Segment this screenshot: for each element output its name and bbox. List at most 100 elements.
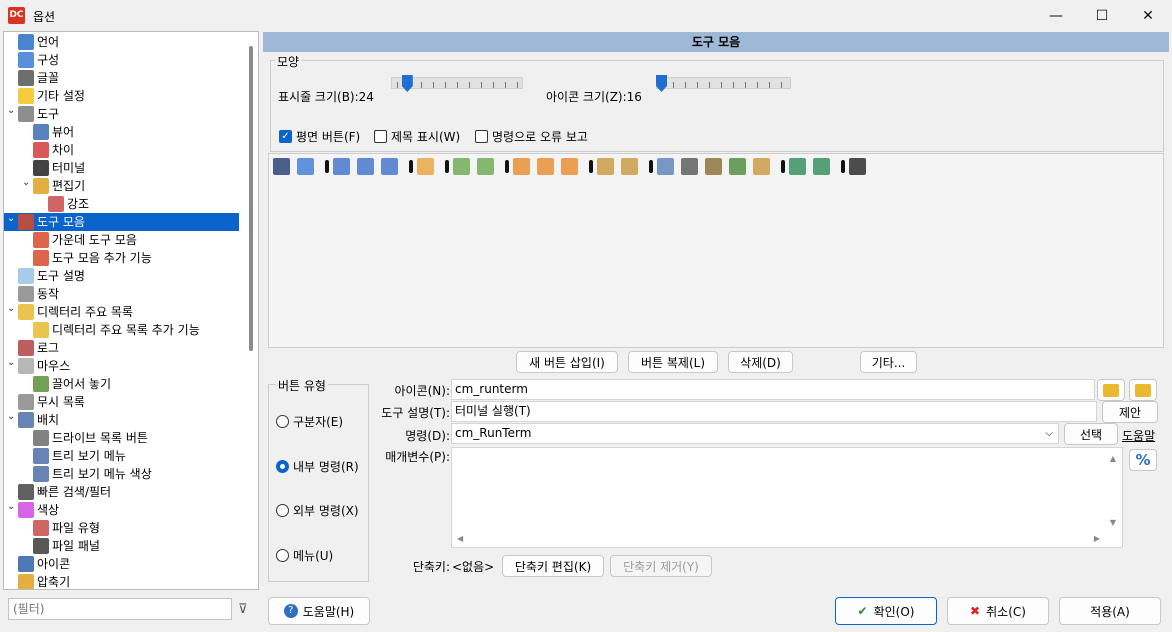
tree-item[interactable]: 도구 설명 bbox=[18, 267, 258, 285]
toolbar-button-icon[interactable] bbox=[849, 158, 866, 175]
remove-hotkey-button[interactable]: 단축키 제거(Y) bbox=[610, 555, 712, 577]
toolbar-button-icon[interactable] bbox=[753, 158, 770, 175]
show-captions-checkbox[interactable]: 제목 표시(W) bbox=[374, 128, 460, 145]
options-tree[interactable]: 언어 구성 글꼴 기타 설정 도구 ⌄ 뷰어 차이 터미널 편집기 ⌄ 강조 도구 모음 ⌄ 가운데 도구 … bbox=[3, 31, 259, 590]
tree-item[interactable]: 끌어서 놓기 bbox=[33, 375, 258, 393]
toolbar-preview[interactable] bbox=[268, 153, 1164, 348]
filter-clear-icon[interactable]: ⊽ bbox=[238, 602, 248, 617]
report-errors-checkbox[interactable]: 명령으로 오류 보고 bbox=[475, 128, 588, 145]
tree-item[interactable]: 도구 bbox=[18, 105, 258, 123]
delete-button[interactable]: 삭제(D) bbox=[728, 351, 793, 373]
toolbar-button-icon[interactable] bbox=[705, 158, 722, 175]
toolbar-button-icon[interactable] bbox=[333, 158, 350, 175]
toolbar-button-icon[interactable] bbox=[477, 158, 494, 175]
insert-button[interactable]: 새 버튼 삽입(I) bbox=[516, 351, 618, 373]
suggest-button[interactable]: 제안 bbox=[1102, 401, 1158, 423]
toolbar-button-icon[interactable] bbox=[729, 158, 746, 175]
scroll-up-icon[interactable]: ▲ bbox=[1110, 454, 1116, 463]
toolbar-button-icon[interactable] bbox=[537, 158, 554, 175]
clone-button[interactable]: 버튼 복제(L) bbox=[628, 351, 718, 373]
toolbar-button-icon[interactable] bbox=[453, 158, 470, 175]
tree-item[interactable]: 파일 유형 bbox=[33, 519, 258, 537]
edit-hotkey-button[interactable]: 단축키 편집(K) bbox=[502, 555, 604, 577]
toolbar-button-icon[interactable] bbox=[297, 158, 314, 175]
toolbar-button-icon[interactable] bbox=[657, 158, 674, 175]
tree-item[interactable]: 빠른 검색/필터 bbox=[18, 483, 258, 501]
tree-item[interactable]: 마우스 bbox=[18, 357, 258, 375]
tree-item[interactable]: 기타 설정 bbox=[18, 87, 258, 105]
tree-item[interactable]: 디렉터리 주요 목록 추가 기능 bbox=[33, 321, 258, 339]
tree-item[interactable]: 아이콘 bbox=[18, 555, 258, 573]
tree-item[interactable]: 무시 목록 bbox=[18, 393, 258, 411]
tree-item[interactable]: 압축기 bbox=[18, 573, 258, 589]
close-button[interactable]: ✕ bbox=[1125, 0, 1171, 31]
toolbar-button-icon[interactable] bbox=[681, 158, 698, 175]
ok-button[interactable]: ✔ 확인(O) bbox=[835, 597, 937, 625]
percent-button[interactable]: % bbox=[1129, 449, 1157, 471]
scroll-left-icon[interactable]: ◀ bbox=[457, 534, 463, 543]
tree-item-label: 끌어서 놓기 bbox=[52, 377, 112, 391]
chevron-down-icon[interactable]: ⌄ bbox=[7, 210, 15, 228]
chevron-down-icon[interactable]: ⌄ bbox=[7, 498, 15, 516]
help-button[interactable]: ? 도움말(H) bbox=[268, 597, 370, 625]
tree-item[interactable]: 동작 bbox=[18, 285, 258, 303]
tree-item[interactable]: 구성 bbox=[18, 51, 258, 69]
filter-input[interactable] bbox=[8, 598, 232, 620]
menu-radio[interactable]: 메뉴(U) bbox=[276, 547, 333, 564]
icon-field[interactable]: cm_runterm bbox=[451, 379, 1095, 400]
toolbar-button-icon[interactable] bbox=[513, 158, 530, 175]
tree-item[interactable]: 뷰어 bbox=[33, 123, 258, 141]
minimize-button[interactable]: — bbox=[1033, 0, 1079, 31]
tree-item[interactable]: 트리 보기 메뉴 색상 bbox=[33, 465, 258, 483]
select-button[interactable]: 선택 bbox=[1064, 423, 1118, 445]
browse-icon-button[interactable] bbox=[1097, 379, 1125, 401]
toolbar-button-icon[interactable] bbox=[561, 158, 578, 175]
chevron-down-icon[interactable]: ⌄ bbox=[7, 300, 15, 318]
tree-item[interactable]: 차이 bbox=[33, 141, 258, 159]
chevron-down-icon[interactable]: ⌄ bbox=[7, 102, 15, 120]
tree-item[interactable]: 글꼴 bbox=[18, 69, 258, 87]
internal-command-radio[interactable]: 내부 명령(R) bbox=[276, 458, 359, 475]
tree-item[interactable]: 배치 bbox=[18, 411, 258, 429]
hint-field[interactable]: 터미널 실행(T) bbox=[451, 401, 1097, 422]
separator-radio[interactable]: 구분자(E) bbox=[276, 413, 343, 430]
help-link[interactable]: 도움말 bbox=[1122, 427, 1155, 444]
chevron-down-icon[interactable]: ⌄ bbox=[22, 174, 30, 192]
tree-item[interactable]: 파일 패널 bbox=[33, 537, 258, 555]
icon-label: 아이콘(N): bbox=[394, 384, 450, 398]
scroll-down-icon[interactable]: ▼ bbox=[1110, 518, 1116, 527]
tree-item[interactable]: 색상 bbox=[18, 501, 258, 519]
browse-icon-file-button[interactable] bbox=[1129, 379, 1157, 401]
params-textarea[interactable]: ▲ ▼ ◀ ▶ bbox=[451, 447, 1123, 548]
chevron-down-icon[interactable]: ⌄ bbox=[7, 408, 15, 426]
tree-item[interactable]: 터미널 bbox=[33, 159, 258, 177]
apply-button[interactable]: 적용(A) bbox=[1059, 597, 1161, 625]
tree-item[interactable]: 도구 모음 bbox=[4, 213, 239, 231]
toolbar-button-icon[interactable] bbox=[273, 158, 290, 175]
tree-item[interactable]: 트리 보기 메뉴 bbox=[33, 447, 258, 465]
command-combo[interactable]: cm_RunTerm ⌵ bbox=[451, 423, 1059, 444]
tree-item[interactable]: 가운데 도구 모음 bbox=[33, 231, 258, 249]
cancel-button[interactable]: ✖ 취소(C) bbox=[947, 597, 1049, 625]
toolbar-button-icon[interactable] bbox=[357, 158, 374, 175]
tree-item[interactable]: 도구 모음 추가 기능 bbox=[33, 249, 258, 267]
tree-item[interactable]: 편집기 bbox=[33, 177, 258, 195]
toolbar-button-icon[interactable] bbox=[597, 158, 614, 175]
toolbar-button-icon[interactable] bbox=[789, 158, 806, 175]
toolbar-button-icon[interactable] bbox=[621, 158, 638, 175]
tree-item[interactable]: 드라이브 목록 버튼 bbox=[33, 429, 258, 447]
scroll-right-icon[interactable]: ▶ bbox=[1094, 534, 1100, 543]
tree-item[interactable]: 강조 bbox=[48, 195, 258, 213]
toolbar-button-icon[interactable] bbox=[381, 158, 398, 175]
chevron-down-icon[interactable]: ⌄ bbox=[7, 354, 15, 372]
tree-scrollbar[interactable] bbox=[249, 46, 253, 351]
external-command-radio[interactable]: 외부 명령(X) bbox=[276, 502, 359, 519]
maximize-button[interactable]: ☐ bbox=[1079, 0, 1125, 31]
tree-item[interactable]: 디렉터리 주요 목록 bbox=[18, 303, 258, 321]
tree-item[interactable]: 로그 bbox=[18, 339, 258, 357]
other-button[interactable]: 기타... bbox=[860, 351, 917, 373]
toolbar-button-icon[interactable] bbox=[813, 158, 830, 175]
toolbar-button-icon[interactable] bbox=[417, 158, 434, 175]
tree-item[interactable]: 언어 bbox=[18, 33, 258, 51]
flat-buttons-checkbox[interactable]: ✓ 평면 버튼(F) bbox=[279, 128, 360, 145]
